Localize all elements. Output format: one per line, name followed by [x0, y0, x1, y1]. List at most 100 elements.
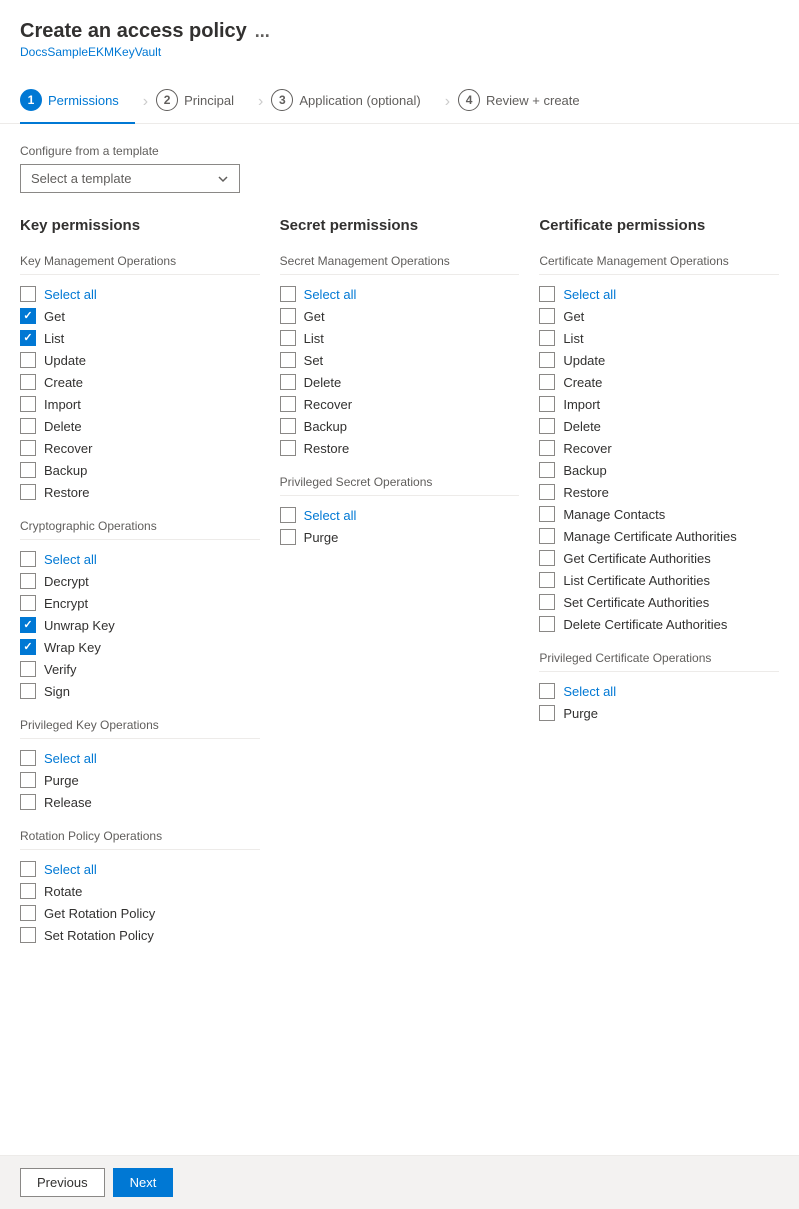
checkbox-item[interactable]: Manage Certificate Authorities: [539, 525, 779, 547]
checkbox-item[interactable]: Recover: [20, 437, 260, 459]
checkbox-input-2-0-0[interactable]: [539, 286, 555, 302]
wizard-tab-2[interactable]: 3 Application (optional): [271, 81, 436, 123]
checkbox-item[interactable]: Select all: [280, 283, 520, 305]
checkbox-input-2-0-6[interactable]: [539, 418, 555, 434]
checkbox-input-1-0-5[interactable]: [280, 396, 296, 412]
checkbox-item[interactable]: Select all: [539, 680, 779, 702]
checkbox-input-2-0-11[interactable]: [539, 528, 555, 544]
checkbox-item[interactable]: Get: [539, 305, 779, 327]
title-options-icon[interactable]: ...: [255, 21, 270, 42]
checkbox-input-0-0-3[interactable]: [20, 352, 36, 368]
checkbox-item[interactable]: Get Certificate Authorities: [539, 547, 779, 569]
checkbox-item[interactable]: Set: [280, 349, 520, 371]
checkbox-item[interactable]: Restore: [280, 437, 520, 459]
checkbox-item[interactable]: Encrypt: [20, 592, 260, 614]
checkbox-item[interactable]: Select all: [20, 858, 260, 880]
checkbox-input-0-2-1[interactable]: [20, 772, 36, 788]
wizard-tab-1[interactable]: 2 Principal: [156, 81, 250, 123]
next-button[interactable]: Next: [113, 1168, 174, 1197]
checkbox-input-2-0-13[interactable]: [539, 572, 555, 588]
checkbox-input-2-0-4[interactable]: [539, 374, 555, 390]
checkbox-input-0-0-8[interactable]: [20, 462, 36, 478]
previous-button[interactable]: Previous: [20, 1168, 105, 1197]
checkbox-input-1-0-3[interactable]: [280, 352, 296, 368]
checkbox-item[interactable]: Select all: [20, 283, 260, 305]
checkbox-item[interactable]: Backup: [280, 415, 520, 437]
checkbox-item[interactable]: Select all: [539, 283, 779, 305]
checkbox-item[interactable]: Update: [539, 349, 779, 371]
checkbox-item[interactable]: Backup: [539, 459, 779, 481]
checkbox-input-2-1-0[interactable]: [539, 683, 555, 699]
checkbox-input-0-2-0[interactable]: [20, 750, 36, 766]
checkbox-input-0-1-4[interactable]: [20, 639, 36, 655]
checkbox-input-0-0-2[interactable]: [20, 330, 36, 346]
checkbox-item[interactable]: Import: [20, 393, 260, 415]
checkbox-item[interactable]: Purge: [280, 526, 520, 548]
checkbox-input-2-0-14[interactable]: [539, 594, 555, 610]
checkbox-input-0-3-0[interactable]: [20, 861, 36, 877]
checkbox-item[interactable]: Select all: [280, 504, 520, 526]
checkbox-input-0-1-1[interactable]: [20, 573, 36, 589]
checkbox-input-0-0-9[interactable]: [20, 484, 36, 500]
wizard-tab-0[interactable]: 1 Permissions: [20, 81, 135, 123]
checkbox-input-2-0-8[interactable]: [539, 462, 555, 478]
checkbox-input-0-1-0[interactable]: [20, 551, 36, 567]
checkbox-input-2-0-9[interactable]: [539, 484, 555, 500]
checkbox-input-2-1-1[interactable]: [539, 705, 555, 721]
checkbox-input-1-0-2[interactable]: [280, 330, 296, 346]
checkbox-input-2-0-7[interactable]: [539, 440, 555, 456]
checkbox-input-2-0-12[interactable]: [539, 550, 555, 566]
checkbox-input-2-0-3[interactable]: [539, 352, 555, 368]
checkbox-input-2-0-5[interactable]: [539, 396, 555, 412]
checkbox-item[interactable]: Create: [539, 371, 779, 393]
checkbox-input-2-0-1[interactable]: [539, 308, 555, 324]
checkbox-item[interactable]: Create: [20, 371, 260, 393]
checkbox-input-1-0-7[interactable]: [280, 440, 296, 456]
checkbox-input-1-0-4[interactable]: [280, 374, 296, 390]
checkbox-item[interactable]: Verify: [20, 658, 260, 680]
checkbox-input-0-1-6[interactable]: [20, 683, 36, 699]
checkbox-input-0-0-4[interactable]: [20, 374, 36, 390]
checkbox-input-0-1-2[interactable]: [20, 595, 36, 611]
checkbox-item[interactable]: Decrypt: [20, 570, 260, 592]
checkbox-input-1-0-1[interactable]: [280, 308, 296, 324]
checkbox-item[interactable]: Get Rotation Policy: [20, 902, 260, 924]
checkbox-item[interactable]: Delete: [20, 415, 260, 437]
checkbox-item[interactable]: Release: [20, 791, 260, 813]
checkbox-item[interactable]: Recover: [280, 393, 520, 415]
checkbox-item[interactable]: Restore: [20, 481, 260, 503]
checkbox-item[interactable]: Manage Contacts: [539, 503, 779, 525]
checkbox-item[interactable]: Get: [20, 305, 260, 327]
checkbox-input-2-0-15[interactable]: [539, 616, 555, 632]
checkbox-input-0-2-2[interactable]: [20, 794, 36, 810]
checkbox-input-2-0-10[interactable]: [539, 506, 555, 522]
checkbox-item[interactable]: List: [20, 327, 260, 349]
checkbox-item[interactable]: Unwrap Key: [20, 614, 260, 636]
checkbox-input-2-0-2[interactable]: [539, 330, 555, 346]
checkbox-item[interactable]: Purge: [20, 769, 260, 791]
checkbox-input-0-0-1[interactable]: [20, 308, 36, 324]
checkbox-item[interactable]: Backup: [20, 459, 260, 481]
checkbox-item[interactable]: Update: [20, 349, 260, 371]
checkbox-input-0-1-3[interactable]: [20, 617, 36, 633]
checkbox-input-1-0-6[interactable]: [280, 418, 296, 434]
checkbox-item[interactable]: Set Rotation Policy: [20, 924, 260, 946]
checkbox-input-0-0-0[interactable]: [20, 286, 36, 302]
checkbox-input-1-1-0[interactable]: [280, 507, 296, 523]
checkbox-item[interactable]: Delete: [280, 371, 520, 393]
checkbox-item[interactable]: Set Certificate Authorities: [539, 591, 779, 613]
checkbox-item[interactable]: Import: [539, 393, 779, 415]
checkbox-item[interactable]: Purge: [539, 702, 779, 724]
checkbox-item[interactable]: Delete: [539, 415, 779, 437]
checkbox-input-0-3-1[interactable]: [20, 883, 36, 899]
checkbox-item[interactable]: Get: [280, 305, 520, 327]
checkbox-item[interactable]: List: [539, 327, 779, 349]
template-dropdown[interactable]: Select a template: [20, 164, 240, 193]
checkbox-input-0-3-3[interactable]: [20, 927, 36, 943]
wizard-tab-3[interactable]: 4 Review + create: [458, 81, 596, 123]
checkbox-input-0-0-7[interactable]: [20, 440, 36, 456]
checkbox-item[interactable]: Restore: [539, 481, 779, 503]
checkbox-item[interactable]: Select all: [20, 747, 260, 769]
checkbox-item[interactable]: Wrap Key: [20, 636, 260, 658]
checkbox-input-0-3-2[interactable]: [20, 905, 36, 921]
